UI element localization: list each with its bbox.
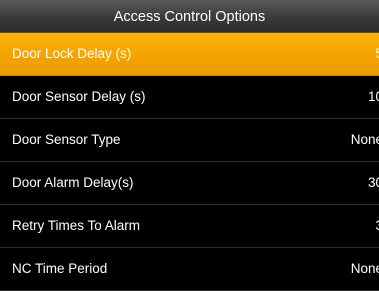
menu-item-door-alarm-delay[interactable]: Door Alarm Delay(s) 30: [0, 162, 379, 205]
menu-item-label: Door Sensor Delay (s): [12, 89, 146, 104]
menu-item-door-sensor-delay[interactable]: Door Sensor Delay (s) 10: [0, 76, 379, 119]
options-menu-list: Door Lock Delay (s) 5 Door Sensor Delay …: [0, 33, 379, 291]
menu-item-label: Retry Times To Alarm: [12, 218, 141, 233]
menu-item-door-sensor-type[interactable]: Door Sensor Type None: [0, 119, 379, 162]
menu-item-label: NC Time Period: [12, 261, 108, 276]
menu-item-label: Door Sensor Type: [12, 132, 121, 147]
menu-item-value: 5: [375, 33, 379, 75]
access-control-options-screen: Access Control Options Door Lock Delay (…: [0, 0, 379, 291]
menu-item-retry-times-to-alarm[interactable]: Retry Times To Alarm 3: [0, 205, 379, 248]
menu-item-value: 10: [367, 89, 379, 104]
menu-item-value: 3: [375, 205, 379, 247]
menu-item-nc-time-period[interactable]: NC Time Period None: [0, 248, 379, 291]
menu-item-label: Door Alarm Delay(s): [12, 175, 134, 190]
menu-item-value: None: [350, 261, 379, 276]
menu-item-label: Door Lock Delay (s): [12, 46, 132, 61]
menu-item-value: None: [350, 132, 379, 147]
menu-item-door-lock-delay[interactable]: Door Lock Delay (s) 5: [0, 33, 379, 76]
page-title: Access Control Options: [0, 0, 379, 33]
menu-item-value: 30: [367, 175, 379, 190]
